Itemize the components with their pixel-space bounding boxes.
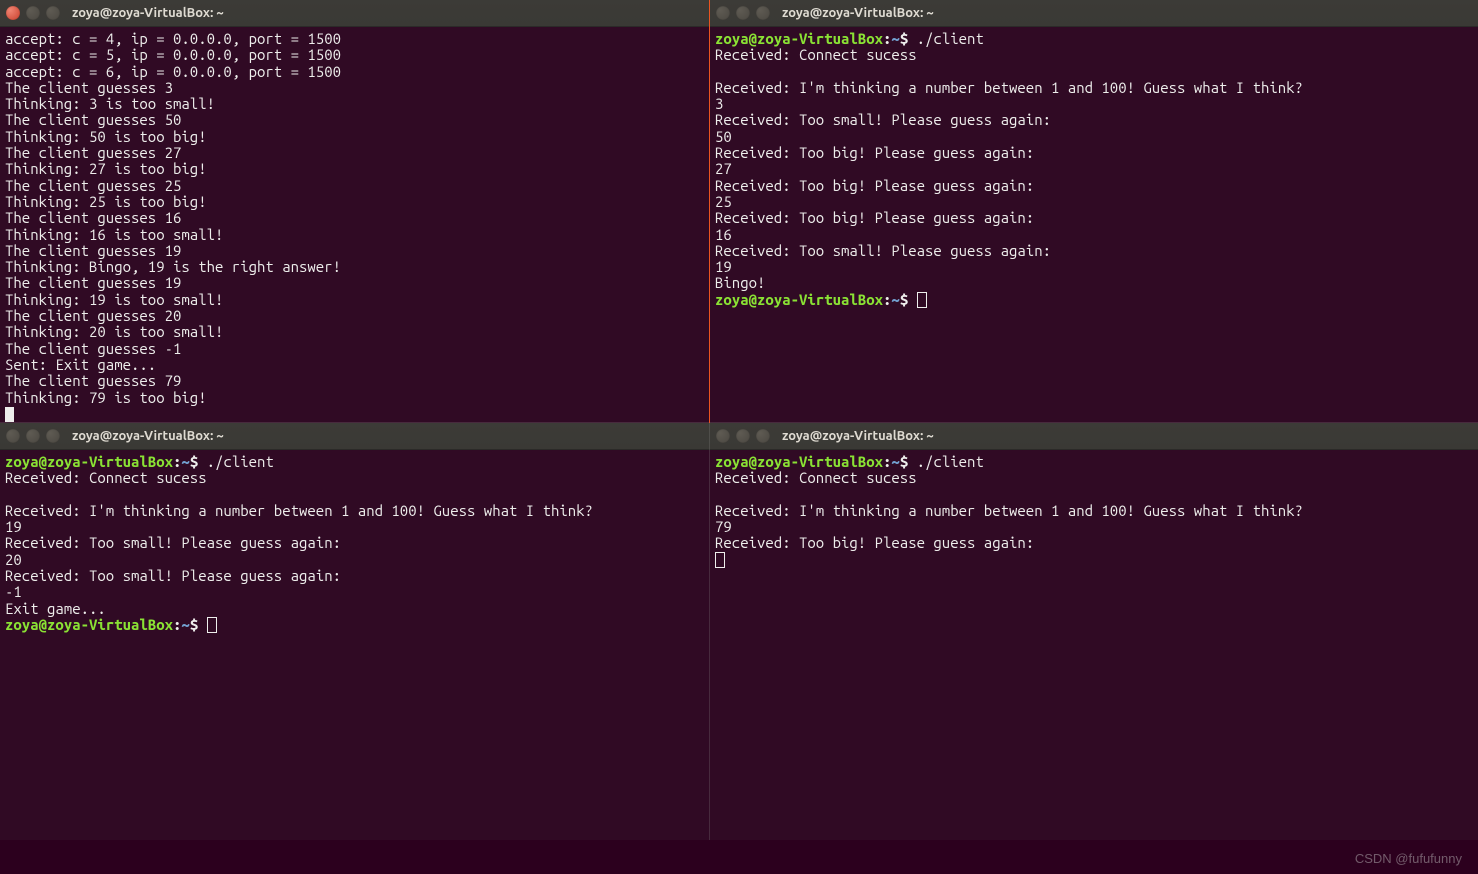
- splitter-vertical[interactable]: [709, 423, 710, 840]
- terminal-output[interactable]: zoya@zoya-VirtualBox:~$ ./client Receive…: [710, 27, 1478, 423]
- window-title: zoya@zoya-VirtualBox: ~: [72, 6, 224, 20]
- close-icon[interactable]: [716, 6, 730, 20]
- window-title: zoya@zoya-VirtualBox: ~: [72, 429, 224, 443]
- maximize-icon[interactable]: [756, 6, 770, 20]
- minimize-icon[interactable]: [736, 429, 750, 443]
- minimize-icon[interactable]: [26, 429, 40, 443]
- terminal-output[interactable]: zoya@zoya-VirtualBox:~$ ./client Receive…: [0, 450, 710, 840]
- maximize-icon[interactable]: [46, 429, 60, 443]
- window-title: zoya@zoya-VirtualBox: ~: [782, 6, 934, 20]
- terminal-output[interactable]: accept: c = 4, ip = 0.0.0.0, port = 1500…: [0, 27, 710, 423]
- close-icon[interactable]: [716, 429, 730, 443]
- window-title: zoya@zoya-VirtualBox: ~: [782, 429, 934, 443]
- watermark: CSDN @fufufunny: [1355, 851, 1462, 866]
- minimize-icon[interactable]: [736, 6, 750, 20]
- titlebar[interactable]: zoya@zoya-VirtualBox: ~: [0, 0, 710, 27]
- close-icon[interactable]: [6, 6, 20, 20]
- terminal-grid: zoya@zoya-VirtualBox: ~ accept: c = 4, i…: [0, 0, 1478, 840]
- pane-bottom-right: zoya@zoya-VirtualBox: ~ zoya@zoya-Virtua…: [710, 423, 1478, 840]
- titlebar[interactable]: zoya@zoya-VirtualBox: ~: [710, 0, 1478, 27]
- pane-top-left: zoya@zoya-VirtualBox: ~ accept: c = 4, i…: [0, 0, 710, 423]
- titlebar[interactable]: zoya@zoya-VirtualBox: ~: [710, 423, 1478, 450]
- maximize-icon[interactable]: [46, 6, 60, 20]
- close-icon[interactable]: [6, 429, 20, 443]
- splitter-vertical[interactable]: [709, 0, 710, 423]
- pane-bottom-left: zoya@zoya-VirtualBox: ~ zoya@zoya-Virtua…: [0, 423, 710, 840]
- maximize-icon[interactable]: [756, 429, 770, 443]
- titlebar[interactable]: zoya@zoya-VirtualBox: ~: [0, 423, 710, 450]
- minimize-icon[interactable]: [26, 6, 40, 20]
- terminal-output[interactable]: zoya@zoya-VirtualBox:~$ ./client Receive…: [710, 450, 1478, 840]
- pane-top-right: zoya@zoya-VirtualBox: ~ zoya@zoya-Virtua…: [710, 0, 1478, 423]
